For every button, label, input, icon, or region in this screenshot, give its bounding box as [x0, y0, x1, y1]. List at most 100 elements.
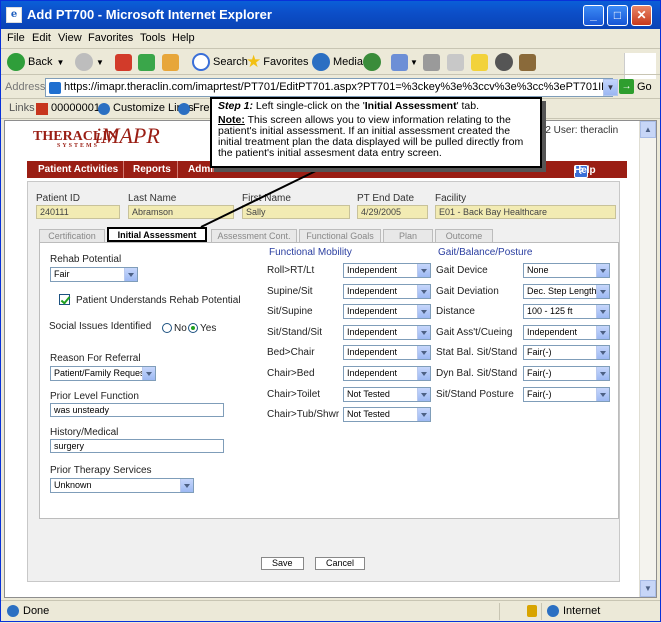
notes-button[interactable]: [471, 52, 488, 72]
mobility-row-select[interactable]: Independent: [343, 366, 431, 381]
tab-certification[interactable]: Certification: [39, 229, 105, 243]
search-button[interactable]: Search: [192, 52, 248, 72]
mobility-row-label: Chair>Tub/Shwr: [267, 409, 340, 421]
scroll-down-icon[interactable]: ▼: [640, 580, 656, 597]
status-text: Done: [23, 605, 50, 617]
zone-text: Internet: [563, 605, 601, 617]
nav-reports[interactable]: Reports: [133, 164, 171, 175]
gait-row-select[interactable]: Dec. Step Length: [523, 283, 610, 299]
patient-id-field: 240111: [36, 205, 120, 219]
understands-rehab-checkbox[interactable]: [59, 294, 70, 305]
save-button[interactable]: Save: [261, 557, 304, 570]
chevron-down-icon: [417, 284, 430, 298]
menu-favorites[interactable]: Favorites: [88, 32, 133, 44]
tab-functional-goals[interactable]: Functional Goals: [299, 229, 381, 243]
media-button[interactable]: Media: [312, 52, 363, 72]
minimize-button[interactable]: _: [583, 5, 604, 26]
chevron-down-icon: [417, 325, 430, 339]
prior-level-input[interactable]: was unsteady: [50, 403, 224, 417]
back-button[interactable]: Back ▼: [7, 52, 64, 72]
address-dropdown-button[interactable]: ▼: [603, 79, 618, 96]
maximize-button[interactable]: □: [607, 5, 628, 26]
address-bar: Address https://imapr.theraclin.com/imap…: [1, 76, 660, 99]
research-button[interactable]: [519, 52, 536, 72]
tab-outcome[interactable]: Outcome: [435, 229, 493, 243]
chevron-down-icon: [124, 268, 137, 281]
chevron-down-icon: [596, 346, 609, 360]
gait-row-value: Fair(-): [527, 368, 552, 378]
address-input[interactable]: https://imapr.theraclin.com/imaprtest/PT…: [45, 78, 613, 97]
chevron-down-icon: [417, 264, 430, 277]
page-content: THERACLIN SYSTEMS iMAPR 2.2 User: therac…: [4, 120, 657, 598]
history-button[interactable]: [363, 52, 384, 72]
mobility-row-label: Sit/Supine: [267, 306, 313, 318]
close-button[interactable]: ✕: [631, 5, 652, 26]
lock-icon: [527, 605, 537, 617]
last-name-label: Last Name: [128, 193, 177, 204]
gait-row-select[interactable]: Independent: [523, 324, 610, 340]
chevron-down-icon: [596, 367, 609, 380]
go-button[interactable]: → Go: [619, 79, 652, 94]
link-item-1[interactable]: 00000001: [51, 102, 100, 114]
nav-separator: [177, 161, 178, 178]
social-yes-radio[interactable]: [188, 323, 198, 333]
callout-step-bold: Initial Assessment: [364, 100, 457, 112]
menu-help[interactable]: Help: [172, 32, 195, 44]
menu-view[interactable]: View: [58, 32, 82, 44]
browser-window: e Add PT700 - Microsoft Internet Explore…: [0, 0, 661, 622]
cancel-button[interactable]: Cancel: [315, 557, 366, 570]
messenger-icon: [495, 53, 513, 71]
page-scrollbar[interactable]: ▲ ▼: [639, 121, 656, 597]
forward-button[interactable]: ▼: [75, 52, 104, 72]
mobility-row-select[interactable]: Independent: [343, 345, 431, 361]
prior-therapy-label: Prior Therapy Services: [50, 465, 152, 476]
mobility-row-select[interactable]: Not Tested: [343, 407, 431, 423]
favorites-label: Favorites: [263, 56, 309, 68]
links-label: Links: [9, 102, 35, 114]
mobility-row-select[interactable]: Independent: [343, 283, 431, 299]
reason-referral-select[interactable]: Patient/Family Request: [50, 366, 156, 381]
facility-label: Facility: [435, 193, 467, 204]
mobility-row-select[interactable]: Independent: [343, 304, 431, 320]
chevron-down-icon: [596, 284, 609, 298]
refresh-button[interactable]: [138, 52, 155, 72]
pt-end-date-field: 4/29/2005: [357, 205, 428, 219]
gait-row-select[interactable]: Fair(-): [523, 345, 610, 361]
tab-assessment-cont[interactable]: Assessment Cont.: [211, 229, 297, 243]
tab-initial-assessment[interactable]: Initial Assessment: [107, 227, 207, 242]
gait-row-select[interactable]: Fair(-): [523, 386, 610, 402]
toolbar: Back ▼ ▼ Search ★ Favorites Media ▼: [1, 49, 660, 75]
menu-tools[interactable]: Tools: [140, 32, 166, 44]
stop-button[interactable]: [115, 52, 132, 72]
title-bar: e Add PT700 - Microsoft Internet Explore…: [1, 1, 660, 29]
home-button[interactable]: [162, 52, 179, 72]
prior-therapy-select[interactable]: Unknown: [50, 478, 194, 493]
mobility-row-select[interactable]: Not Tested: [343, 386, 431, 402]
social-no-radio[interactable]: [162, 323, 172, 333]
edit-button[interactable]: [447, 52, 464, 72]
menu-edit[interactable]: Edit: [32, 32, 51, 44]
menu-file[interactable]: File: [7, 32, 25, 44]
scroll-up-icon[interactable]: ▲: [640, 121, 656, 138]
gait-row-select[interactable]: Fair(-): [523, 366, 610, 381]
favorites-button[interactable]: ★ Favorites: [246, 52, 309, 72]
print-button[interactable]: [423, 52, 440, 72]
gait-row-select[interactable]: 100 - 125 ft: [523, 304, 610, 320]
callout-step-label: Step 1:: [218, 100, 254, 112]
messenger-button[interactable]: [495, 52, 516, 72]
mail-button[interactable]: ▼: [391, 52, 418, 72]
notes-icon: [471, 53, 488, 71]
gait-row-value: Fair(-): [527, 347, 552, 358]
back-arrow-icon: [7, 53, 25, 71]
history-medical-label: History/Medical: [50, 427, 119, 438]
mobility-row-label: Roll>RT/Lt: [267, 265, 315, 276]
nav-separator: [123, 161, 124, 178]
chevron-down-icon: [417, 305, 430, 319]
rehab-potential-select[interactable]: Fair: [50, 267, 138, 282]
mobility-row-select[interactable]: Independent: [343, 263, 431, 278]
mobility-row-select[interactable]: Independent: [343, 324, 431, 340]
tab-plan[interactable]: Plan: [383, 229, 433, 243]
history-medical-input[interactable]: surgery: [50, 439, 224, 453]
gait-row-select[interactable]: None: [523, 263, 610, 278]
nav-patient-activities[interactable]: Patient Activities: [38, 164, 118, 175]
